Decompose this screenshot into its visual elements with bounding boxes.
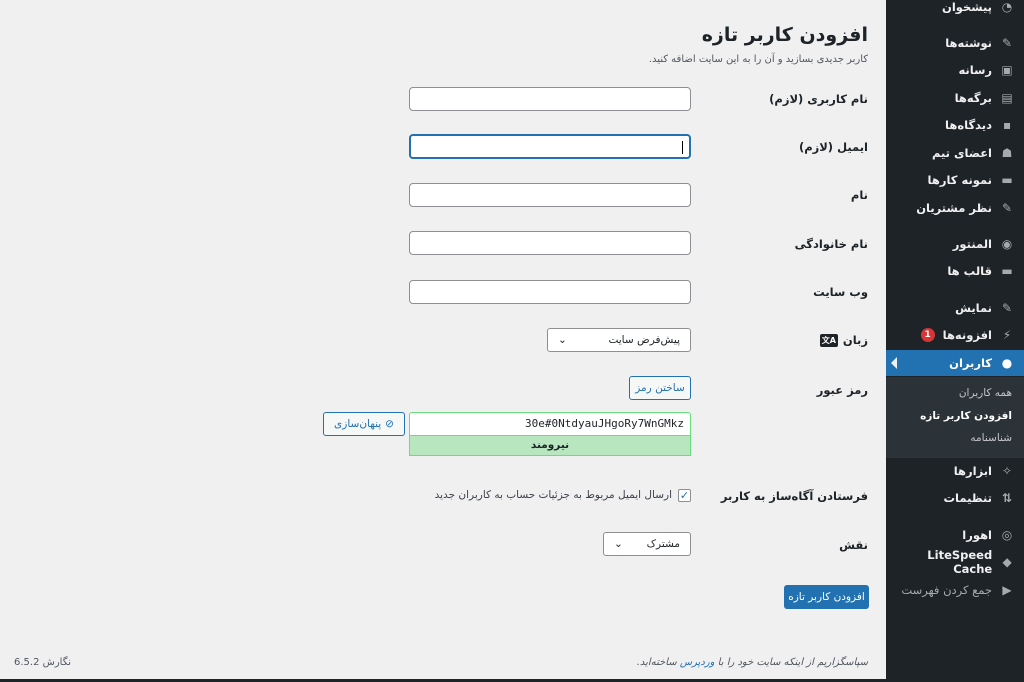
footer-thanks: سپاسگزاریم از اینکه سایت خود را با وردپر… — [637, 657, 868, 668]
email-label: ایمیل (لازم) — [798, 140, 868, 154]
eye-slash-icon: ⊘ — [385, 418, 394, 430]
language-label-row: زبان 文A — [819, 333, 868, 347]
litespeed-icon: ◆ — [1002, 555, 1012, 569]
email-input[interactable] — [409, 134, 691, 159]
wrench-icon: ✧ — [1001, 464, 1013, 478]
hide-label: پنهان‌سازی — [334, 418, 382, 430]
sidebar-item-7[interactable]: ✎ نظر مشتریان — [886, 195, 1024, 221]
appearance-icon: ✎ — [1001, 301, 1013, 315]
sidebar-item-label: نمایش — [955, 301, 992, 315]
sidebar-item-12[interactable]: ● کاربران — [886, 350, 1024, 376]
sidebar-item-label: دیدگاه‌ها — [945, 118, 992, 132]
pin-icon: ✎ — [1001, 36, 1013, 50]
wordpress-link[interactable]: وردپرس — [680, 657, 715, 668]
admin-sidebar: ◔ پیشخوان ✎ نوشته‌ها ▣ رسانه ▤ برگه‌ها ▪ دیدگاه‌ه… — [886, 0, 1024, 682]
footer-thanks-end: ساخته‌اید. — [636, 657, 680, 668]
page-subtitle: کاربر جدیدی بسازید و آن را به این سایت ا… — [648, 54, 868, 65]
sidebar-item-label: LiteSpeed Cache — [927, 548, 993, 576]
sidebar-item-label: رسانه — [958, 63, 992, 77]
last-name-input[interactable] — [409, 231, 691, 255]
password-strength: نیرومند — [409, 435, 691, 456]
users-submenu: همه کاربران افزودن کاربر تازه شناسنامه — [886, 377, 1024, 458]
sidebar-item-label: جمع کردن فهرست — [901, 583, 992, 597]
role-select[interactable]: مشترک ⌄ — [603, 532, 691, 556]
role-value: مشترک — [646, 538, 680, 550]
sidebar-item-label: نمونه کارها — [927, 173, 992, 187]
sidebar-item-0[interactable]: ◔ پیشخوان — [886, 0, 1024, 20]
sidebar-item-14[interactable]: ⇅ تنظیمات — [886, 485, 1024, 511]
username-input[interactable] — [409, 87, 691, 111]
sidebar-item-9[interactable]: ▬ قالب ها — [886, 258, 1024, 284]
sidebar-item-3[interactable]: ▤ برگه‌ها — [886, 85, 1024, 111]
sidebar-item-11[interactable]: ⚡ افزونه‌ها 1 — [886, 322, 1024, 348]
settings-icon: ⇅ — [1001, 491, 1013, 505]
password-input[interactable]: 30e#0NtdyauJHgoRy7WnGMkz — [409, 412, 691, 436]
sidebar-item-label: المنتور — [952, 237, 992, 251]
chevron-down-icon: ⌄ — [558, 334, 567, 346]
sidebar-item-label: برگه‌ها — [954, 91, 992, 105]
role-label: نقش — [839, 538, 868, 552]
website-label: وب سایت — [813, 285, 868, 299]
username-label: نام کاربری (لازم) — [769, 92, 868, 106]
language-value: پیش‌فرض سایت — [608, 334, 680, 346]
first-name-label: نام — [850, 188, 868, 202]
language-label: زبان — [842, 333, 868, 347]
media-icon: ▣ — [1001, 63, 1013, 77]
sidebar-item-15[interactable]: ◎ اهورا — [886, 522, 1024, 548]
user-icon: ● — [1001, 356, 1013, 370]
sidebar-item-label: اعضای تیم — [931, 146, 992, 160]
notify-label: فرستادن آگاه‌ساز به کاربر — [720, 489, 868, 503]
website-input[interactable] — [409, 280, 691, 304]
team-icon: ☗ — [1001, 146, 1013, 160]
sidebar-item-2[interactable]: ▣ رسانه — [886, 57, 1024, 83]
password-label: رمز عبور — [816, 383, 868, 397]
sidebar-item-8[interactable]: ◉ المنتور — [886, 231, 1024, 257]
notify-checkbox[interactable]: ✓ — [678, 489, 691, 502]
footer-thanks-text: سپاسگزاریم از اینکه سایت خود را با — [714, 657, 868, 668]
submenu-add-user[interactable]: افزودن کاربر تازه — [920, 410, 1012, 422]
generate-password-button[interactable]: ساختن رمز — [629, 376, 691, 400]
sidebar-item-label: نوشته‌ها — [945, 36, 992, 50]
sidebar-item-label: تنظیمات — [943, 491, 993, 505]
page-title: افزودن کاربر تازه — [701, 24, 868, 46]
sidebar-item-label: افزونه‌ها — [942, 328, 992, 342]
notify-text: ارسال ایمیل مربوط به جزئیات حساب به کارب… — [434, 489, 672, 501]
first-name-input[interactable] — [409, 183, 691, 207]
sidebar-item-17[interactable]: ▶ جمع کردن فهرست — [886, 577, 1024, 603]
collapse-icon: ▶ — [1002, 583, 1012, 597]
sidebar-item-label: قالب ها — [947, 264, 992, 278]
submenu-profile[interactable]: شناسنامه — [970, 432, 1012, 444]
language-select[interactable]: پیش‌فرض سایت ⌄ — [547, 328, 691, 352]
folder-icon: ▬ — [1001, 264, 1013, 278]
chevron-down-icon: ⌄ — [614, 538, 623, 550]
sidebar-item-label: کاربران — [949, 356, 992, 370]
add-user-submit-button[interactable]: افزودن کاربر تازه — [784, 585, 869, 609]
sidebar-item-label: اهورا — [962, 528, 992, 542]
ahura-icon: ◎ — [1001, 528, 1013, 542]
last-name-label: نام خانوادگی — [794, 237, 868, 251]
sidebar-item-label: ابزارها — [953, 464, 992, 478]
translate-icon: 文A — [819, 333, 838, 347]
submenu-all-users[interactable]: همه کاربران — [959, 387, 1012, 399]
sidebar-item-6[interactable]: ▬ نمونه کارها — [886, 167, 1024, 193]
sidebar-item-13[interactable]: ✧ ابزارها — [886, 458, 1024, 484]
pages-icon: ▤ — [1001, 91, 1013, 105]
pin-icon: ✎ — [1001, 201, 1013, 215]
sidebar-item-label: نظر مشتریان — [916, 201, 992, 215]
sidebar-item-1[interactable]: ✎ نوشته‌ها — [886, 30, 1024, 56]
comment-icon: ▪ — [1002, 118, 1012, 132]
sidebar-item-10[interactable]: ✎ نمایش — [886, 295, 1024, 321]
sidebar-item-label: پیشخوان — [942, 0, 992, 14]
footer-version: نگارش 6.5.2 — [14, 657, 72, 668]
update-count-badge: 1 — [920, 328, 935, 342]
sidebar-item-4[interactable]: ▪ دیدگاه‌ها — [886, 112, 1024, 138]
plugin-icon: ⚡ — [1002, 328, 1012, 342]
dashboard-icon: ◔ — [1001, 0, 1013, 14]
sidebar-item-5[interactable]: ☗ اعضای تیم — [886, 140, 1024, 166]
hide-password-button[interactable]: ⊘ پنهان‌سازی — [323, 412, 405, 436]
folder-icon: ▬ — [1001, 173, 1013, 187]
sidebar-item-16[interactable]: ◆ LiteSpeed Cache — [886, 548, 1024, 576]
elementor-icon: ◉ — [1001, 237, 1013, 251]
